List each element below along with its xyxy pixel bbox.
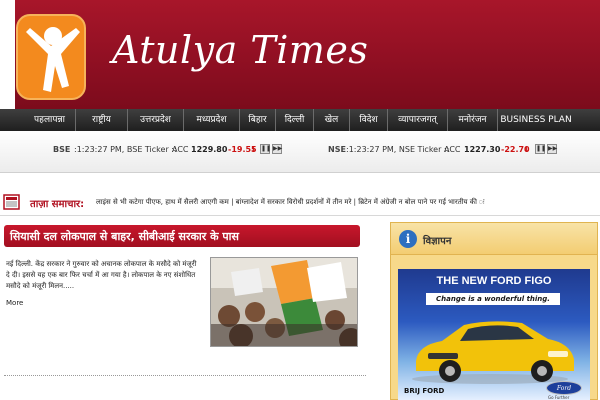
person-jumping-icon [26,27,80,92]
info-icon: i [399,230,417,248]
nav-item-bihar[interactable]: बिहार [240,109,276,131]
nse-price: 1227.30 [464,145,501,154]
nse-forward-button[interactable]: ▶▶ [547,144,557,154]
nav-item-uttar-pradesh[interactable]: उत्तरप्रदेश [128,109,184,131]
more-link[interactable]: More [6,299,23,307]
ad-headline: THE NEW FORD FIGO [436,275,552,287]
nav-item-delhi[interactable]: दिल्ली [276,109,314,131]
bse-label: BSE [53,145,71,154]
nav-item-madhya-pradesh[interactable]: मध्यप्रदेश [184,109,240,131]
newspaper-icon [3,194,20,210]
nse-down-arrow-icon: ↓ [523,145,530,154]
story-summary: नई दिल्ली. केंद्र सरकार ने गुरुवार को अच… [6,260,197,290]
story-title[interactable]: सियासी दल लोकपाल से बाहर, सीबीआई सरकार क… [10,229,239,244]
site-header: Atulya Times [0,0,600,109]
breaking-news-marquee[interactable]: लाइंस से भी कटेगा पीएफ, हाथ में सैलरी आए… [96,198,484,207]
ad-panel: i विज्ञापन THE NEW FORD FIGO Change is a… [390,222,598,400]
story-photo[interactable] [210,257,358,347]
nse-symbol: ACC [444,145,461,154]
bse-pause-button[interactable]: ❚❚ [260,144,271,154]
nav-item-world[interactable]: विदेश [350,109,388,131]
ad-title: विज्ञापन [423,236,452,247]
protest-crowd-image [211,258,357,346]
ford-figo-ad[interactable]: THE NEW FORD FIGO Change is a wonderful … [398,269,590,400]
stock-ticker: BSE :1:23:27 PM, BSE Ticker :: ACC 1229.… [0,131,600,173]
nav-item-entertainment[interactable]: मनोरंजन [448,109,498,131]
ad-header: i विज्ञापन [391,223,597,255]
nav-item-home[interactable]: पहलापन्ना [24,109,76,131]
divider [0,215,600,216]
main-nav: पहलापन्ना राष्ट्रीय उत्तरप्रदेश मध्यप्रद… [0,109,600,131]
nav-item-national[interactable]: राष्ट्रीय [76,109,128,131]
nav-item-business[interactable]: व्यापारजगत् [388,109,448,131]
breaking-news-label: ताज़ा समाचार: [30,199,85,210]
story-divider [4,375,366,376]
site-title: Atulya Times [112,28,369,72]
story-header: सियासी दल लोकपाल से बाहर, सीबीआई सरकार क… [4,225,360,247]
bse-symbol: ACC [172,145,189,154]
ford-tagline: Go Further [548,395,570,400]
bse-forward-button[interactable]: ▶▶ [272,144,282,154]
site-logo[interactable] [16,14,86,100]
bse-price: 1229.80 [191,145,228,154]
breaking-news-bar: ताज़ा समाचार: लाइंस से भी कटेगा पीएफ, हा… [0,190,600,214]
nav-item-business-plan[interactable]: BUSINESS PLAN [498,109,574,131]
ad-dealer: BRIJ FORD [404,387,445,395]
ad-tagline: Change is a wonderful thing. [426,293,560,305]
bse-down-arrow-icon: ↓ [250,145,257,154]
nav-item-sports[interactable]: खेल [314,109,350,131]
ford-logo: Ford [546,381,582,395]
nse-time: :1:23:27 PM, NSE Ticker :: [346,145,450,154]
car-image [412,321,574,384]
bse-time: :1:23:27 PM, BSE Ticker :: [74,145,177,154]
nse-label: NSE [328,145,346,154]
nse-pause-button[interactable]: ❚❚ [535,144,546,154]
